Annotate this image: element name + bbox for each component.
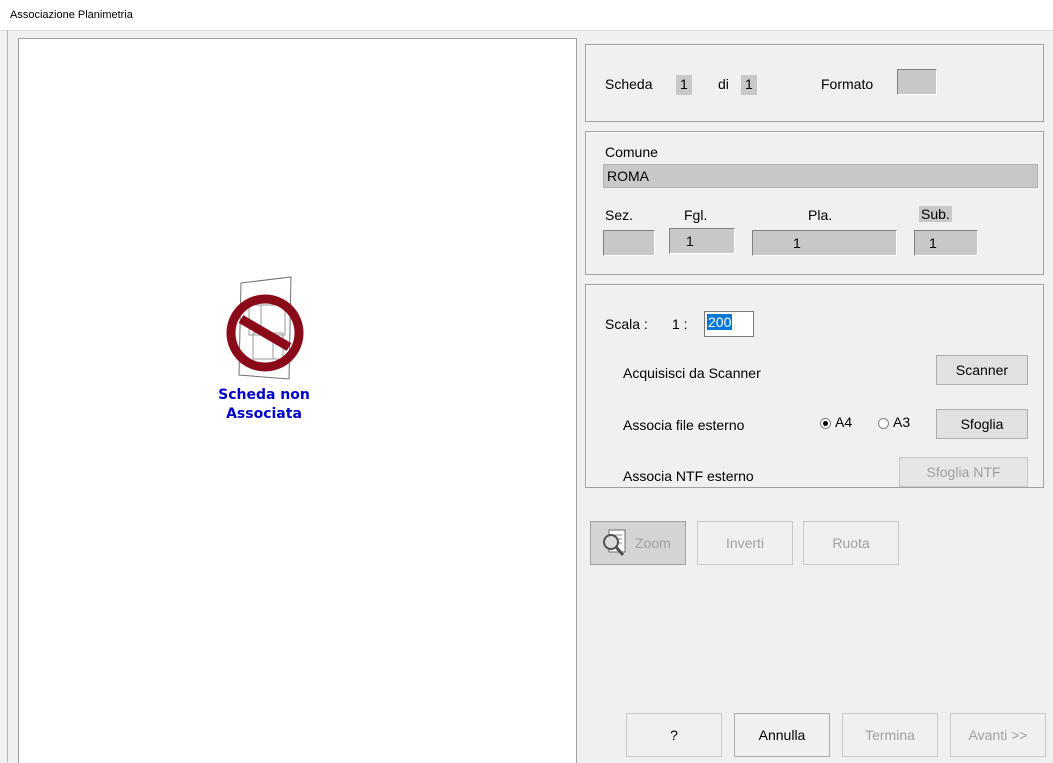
acquire-scanner-label: Acquisisci da Scanner — [623, 365, 761, 381]
pla-label: Pla. — [808, 207, 833, 223]
sub-label: Sub. — [919, 206, 952, 222]
scheda-label: Scheda — [605, 76, 653, 92]
radio-a4-indicator[interactable] — [820, 417, 831, 429]
invert-button[interactable]: Inverti — [697, 521, 793, 565]
browse-button[interactable]: Sfoglia — [936, 409, 1028, 439]
radio-a4-label: A4 — [835, 414, 853, 430]
scanner-button[interactable]: Scanner — [936, 355, 1028, 385]
radio-a3-label: A3 — [893, 414, 911, 430]
window-left-border — [7, 30, 8, 762]
di-label: di — [718, 76, 729, 92]
scala-label: Scala : — [605, 316, 648, 332]
scheda-value: 1 — [676, 75, 692, 95]
cancel-button[interactable]: Annulla — [734, 713, 830, 757]
sub-value: 1 — [914, 230, 978, 256]
sez-label: Sez. — [605, 207, 634, 223]
acquisition-panel: Scala : 1 : 200 Acquisisci da Scanner Sc… — [585, 284, 1044, 488]
associate-file-label: Associa file esterno — [623, 417, 745, 433]
comune-label: Comune — [605, 144, 658, 160]
finish-button[interactable]: Termina — [842, 713, 938, 757]
window-title: Associazione Planimetria — [10, 9, 133, 21]
rotate-button[interactable]: Ruota — [803, 521, 899, 565]
no-sheet-icon — [226, 276, 304, 380]
associate-ntf-label: Associa NTF esterno — [623, 468, 754, 484]
zoom-icon — [603, 529, 626, 556]
no-sheet-label-2: Associata — [226, 406, 302, 422]
browse-ntf-button[interactable]: Sfoglia NTF — [899, 457, 1028, 487]
planimetry-preview: Scheda non Associata — [18, 38, 577, 763]
radio-a4[interactable]: A4 — [820, 414, 852, 430]
no-sheet-label-1: Scheda non — [218, 387, 310, 403]
formato-value — [897, 69, 937, 95]
formato-label: Formato — [821, 76, 874, 92]
location-panel: Comune ROMA Sez. Fgl. 1 Pla. 1 Sub. 1 — [585, 131, 1044, 275]
sheet-info-panel: Scheda 1 di 1 Formato — [585, 44, 1044, 122]
sez-value — [603, 230, 655, 256]
fgl-label: Fgl. — [684, 207, 708, 223]
radio-a3-indicator[interactable] — [878, 417, 889, 429]
help-button[interactable]: ? — [626, 713, 722, 757]
next-button[interactable]: Avanti >> — [950, 713, 1046, 757]
zoom-button[interactable]: Zoom — [590, 521, 686, 565]
di-value: 1 — [741, 75, 757, 95]
zoom-label: Zoom — [635, 535, 671, 551]
no-sheet-indicator: Scheda non Associata — [209, 275, 319, 423]
scala-value: 200 — [707, 314, 733, 330]
pla-value: 1 — [752, 230, 897, 256]
title-bar: Associazione Planimetria — [0, 0, 1053, 31]
scala-prefix: 1 : — [672, 316, 688, 332]
radio-a3[interactable]: A3 — [878, 414, 910, 430]
comune-value: ROMA — [603, 164, 1038, 188]
fgl-value: 1 — [669, 228, 735, 254]
scala-input[interactable]: 200 — [704, 311, 754, 337]
